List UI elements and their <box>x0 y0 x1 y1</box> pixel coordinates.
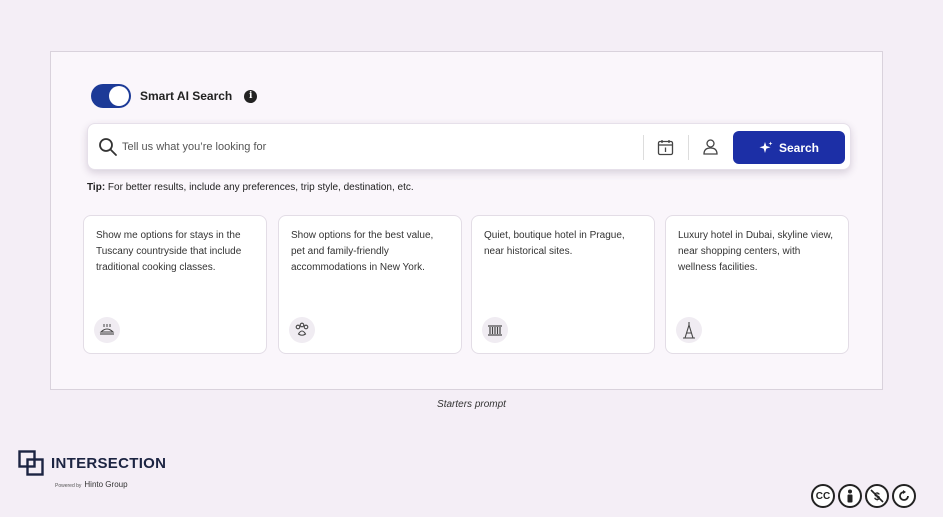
tip-label: Tip: <box>87 182 106 193</box>
divider <box>688 135 689 160</box>
sparkle-icon <box>759 141 773 153</box>
smart-ai-toggle[interactable] <box>91 84 131 108</box>
search-icon <box>99 138 117 156</box>
calendar-icon[interactable] <box>657 139 674 156</box>
intersection-logo-icon <box>18 450 44 476</box>
prompt-card[interactable]: Show options for the best value, pet and… <box>278 215 462 354</box>
prompt-card-text: Show options for the best value, pet and… <box>291 230 434 273</box>
brand-name: INTERSECTION <box>51 454 167 472</box>
search-button-label: Search <box>778 140 820 155</box>
cooking-icon <box>94 317 120 343</box>
smart-ai-label: Smart AI Search <box>140 89 233 103</box>
nc-icon: $ <box>865 484 889 508</box>
tip-text: Tip: For better results, include any pre… <box>87 182 414 193</box>
prompt-card-text: Luxury hotel in Dubai, skyline view, nea… <box>678 230 834 273</box>
toggle-knob <box>109 86 129 106</box>
tower-icon <box>676 317 702 343</box>
by-icon <box>838 484 862 508</box>
cc-license-badge: CC $ <box>811 484 916 508</box>
prompt-card[interactable]: Luxury hotel in Dubai, skyline view, nea… <box>665 215 849 354</box>
powered-by-name: Hinto Group <box>84 480 128 489</box>
tip-body: For better results, include any preferen… <box>105 182 414 193</box>
sa-icon <box>892 484 916 508</box>
search-button[interactable]: Search <box>733 131 845 164</box>
divider <box>643 135 644 160</box>
prompt-card[interactable]: Quiet, boutique hotel in Prague, near hi… <box>471 215 655 354</box>
cc-icon: CC <box>811 484 835 508</box>
search-bar: Search <box>87 123 851 170</box>
guests-icon[interactable] <box>702 138 719 156</box>
search-input[interactable] <box>122 134 632 160</box>
powered-prefix: Powered by <box>55 483 82 489</box>
paw-icon <box>289 317 315 343</box>
starter-prompt-frame: Smart AI Search i Search <box>50 51 883 390</box>
brand-logo: INTERSECTION <box>18 450 166 476</box>
powered-by: Powered by Hinto Group <box>55 480 131 489</box>
smart-ai-toggle-row: Smart AI Search i <box>91 84 258 108</box>
prompt-card-text: Show me options for stays in the Tuscany… <box>96 230 242 273</box>
prompt-card[interactable]: Show me options for stays in the Tuscany… <box>83 215 267 354</box>
prompt-card-text: Quiet, boutique hotel in Prague, near hi… <box>484 230 625 257</box>
bridge-icon <box>482 317 508 343</box>
figure-caption: Starters prompt <box>437 399 506 410</box>
info-icon[interactable]: i <box>244 89 258 103</box>
